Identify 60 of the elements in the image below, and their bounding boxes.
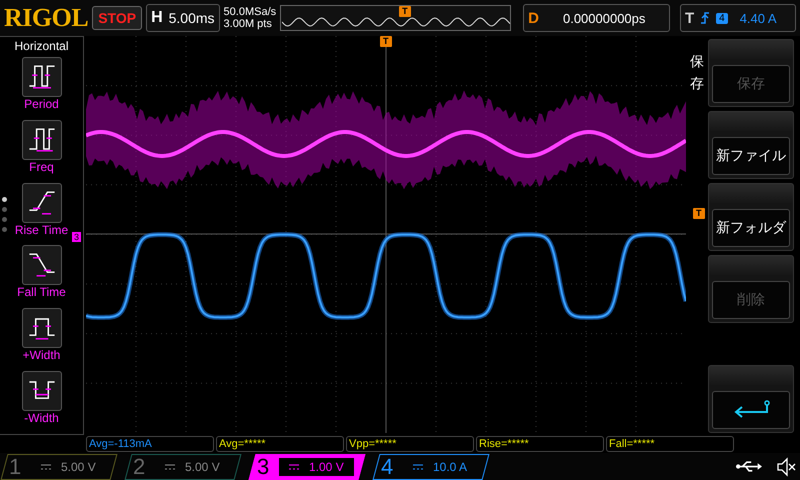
channel-number: 3 [257, 454, 270, 480]
measure-button[interactable] [22, 371, 62, 412]
channel-scale: 1.00 V [309, 460, 344, 474]
dc-coupling-icon [413, 464, 423, 470]
rising-edge-icon [700, 11, 710, 25]
channel-number: 1 [9, 454, 22, 480]
menu-title: 保存 [690, 52, 704, 94]
measure-label: Freq [29, 160, 54, 174]
run-stop-button[interactable]: STOP [92, 6, 142, 30]
timebase-panel[interactable]: H 5.00ms [146, 4, 220, 32]
channel-scale: 5.00 V [61, 460, 96, 474]
measurement-value: Rise=***** [476, 436, 604, 452]
measure-label: +Width [22, 348, 60, 362]
timebase-value: 5.00ms [168, 10, 215, 26]
timebase-label: H [151, 9, 163, 27]
menu-title: Horizontal [14, 39, 69, 53]
back-button[interactable] [712, 391, 790, 429]
delay-panel[interactable]: D 0.00000000ps [523, 4, 670, 32]
channel-tab[interactable]: 3 1.00 V [248, 454, 366, 480]
measure-label: Period [24, 97, 59, 111]
dc-coupling-icon [165, 464, 175, 470]
trigger-level: 4.40 A [740, 10, 777, 26]
overview-wave-icon [282, 16, 510, 28]
measure-label: Fall Time [17, 285, 66, 300]
measure-button[interactable] [22, 57, 62, 97]
mute-icon [776, 456, 796, 476]
delay-value: 0.00000000ps [562, 10, 646, 26]
menu-button[interactable]: 新フォルダ [712, 209, 790, 247]
delay-label: D [528, 10, 539, 26]
brand-logo: RIGOL [4, 3, 88, 33]
measurement-value: Vpp=***** [346, 436, 474, 452]
trigger-label: T [684, 10, 694, 26]
channel-scale: 10.0 A [433, 460, 468, 474]
dc-coupling-icon [289, 464, 299, 470]
trigger-position-marker: T [380, 36, 392, 47]
channel-marker: 3 [72, 232, 82, 242]
measure-button[interactable] [22, 308, 62, 348]
measure-button[interactable] [22, 120, 62, 160]
measure-label: Rise Time [14, 222, 68, 237]
dc-coupling-icon [41, 464, 51, 470]
sample-rate: 50.0MSa/s [224, 6, 276, 18]
measurement-value: Avg=***** [216, 436, 344, 452]
memory-depth: 3.00M pts [224, 18, 273, 30]
channel-tab[interactable]: 1 5.00 V [0, 454, 118, 480]
usb-icon [736, 460, 762, 473]
measurement-value: Fall=***** [606, 436, 734, 452]
channel-number: 2 [133, 454, 146, 480]
channel-number: 4 [381, 454, 394, 480]
trigger-position-marker: T [399, 6, 411, 17]
channel-tab[interactable]: 4 10.0 A [372, 454, 490, 480]
trigger-source: 4 [716, 12, 728, 24]
measurement-value: Avg=-113mA [86, 436, 214, 452]
menu-button[interactable]: 新ファイル [712, 137, 790, 175]
trigger-panel[interactable]: T 4 4.40 A [680, 4, 796, 32]
measure-button[interactable] [22, 245, 62, 286]
channel-scale: 5.00 V [185, 460, 220, 474]
measure-label: -Width [24, 411, 59, 426]
measure-button[interactable] [22, 182, 62, 223]
trigger-level-marker: T [693, 208, 704, 219]
channel-tab[interactable]: 2 5.00 V [124, 454, 242, 480]
